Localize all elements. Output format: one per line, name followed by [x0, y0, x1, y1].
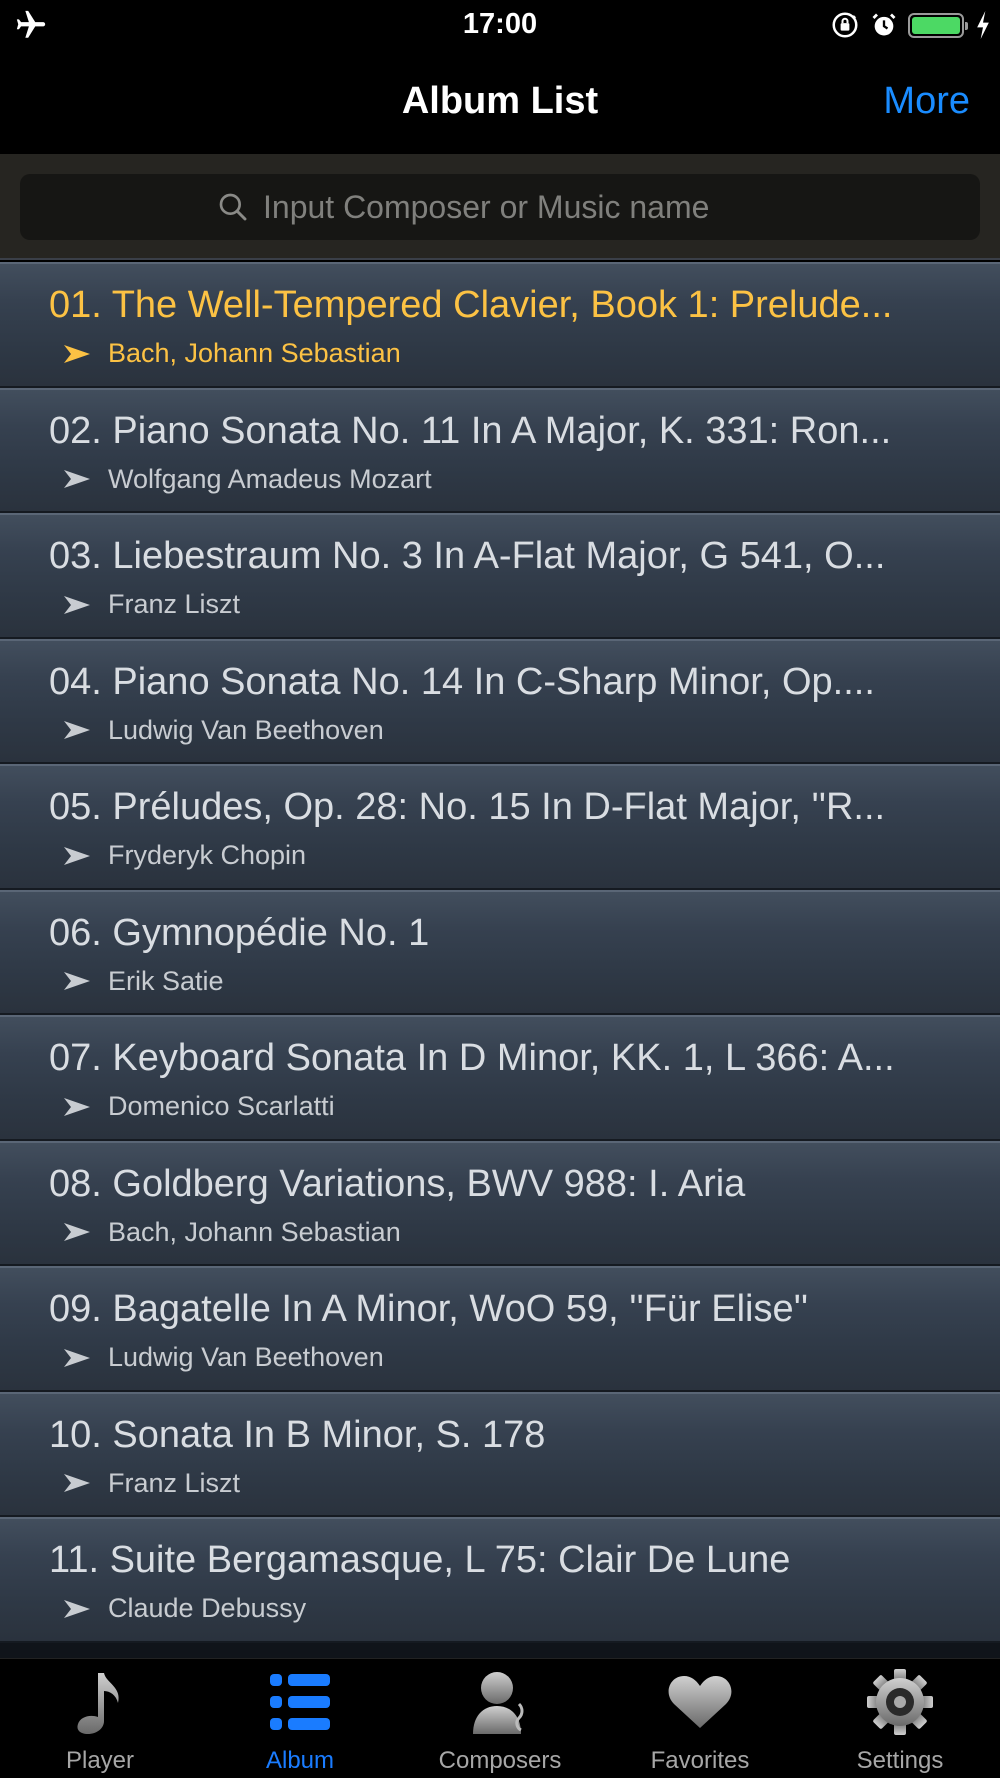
search-bar-container: [0, 154, 1000, 260]
rotation-lock-icon: [832, 12, 858, 38]
music-note-icon: [60, 1663, 140, 1741]
search-input[interactable]: [263, 188, 783, 226]
tab-album[interactable]: Album: [200, 1659, 400, 1778]
track-row[interactable]: 05. Préludes, Op. 28: No. 15 In D-Flat M…: [0, 764, 1000, 890]
track-artist: Fryderyk Chopin: [108, 840, 307, 870]
track-title: 08. Goldberg Variations, BWV 988: I. Ari…: [49, 1162, 746, 1205]
arrow-icon: [64, 846, 90, 865]
track-artist-line: Fryderyk Chopin: [62, 840, 306, 871]
track-artist-line: Erik Satie: [62, 966, 224, 997]
track-artist: Claude Debussy: [108, 1593, 307, 1623]
charging-bolt-icon: [977, 11, 989, 39]
track-artist: Wolfgang Amadeus Mozart: [108, 463, 432, 494]
arrow-icon: [64, 1599, 90, 1618]
track-artist-line: Domenico Scarlatti: [62, 1091, 335, 1122]
arrow-icon: [64, 1474, 90, 1492]
arrow-icon: [64, 1348, 90, 1367]
track-artist-line: Ludwig Van Beethoven: [62, 1342, 384, 1373]
tab-player[interactable]: Player: [0, 1659, 200, 1778]
list-icon: [260, 1663, 340, 1741]
battery-icon: [908, 12, 968, 38]
status-right-icons: [830, 9, 992, 41]
arrow-icon: [64, 344, 90, 363]
track-artist-line: Wolfgang Amadeus Mozart: [62, 464, 432, 495]
track-title: 10. Sonata In B Minor, S. 178: [49, 1413, 546, 1456]
track-row[interactable]: 09. Bagatelle In A Minor, WoO 59, ''Für …: [0, 1266, 1000, 1392]
gear-icon: [860, 1663, 940, 1741]
track-row[interactable]: 10. Sonata In B Minor, S. 178 Franz Liszt: [0, 1391, 1000, 1517]
track-artist: Erik Satie: [108, 965, 224, 996]
arrow-icon: [64, 1223, 90, 1241]
tab-label: Composers: [438, 1747, 562, 1774]
track-artist-line: Bach, Johann Sebastian: [62, 338, 401, 369]
track-artist: Ludwig Van Beethoven: [108, 714, 384, 745]
page-title: Album List: [401, 80, 599, 122]
arrow-icon: [64, 470, 90, 488]
tab-label: Favorites: [650, 1747, 750, 1774]
tab-favorites[interactable]: Favorites: [600, 1659, 800, 1778]
track-artist-line: Franz Liszt: [62, 589, 240, 620]
track-artist: Franz Liszt: [108, 589, 241, 619]
track-row[interactable]: 02. Piano Sonata No. 11 In A Major, K. 3…: [0, 387, 1000, 513]
track-artist: Ludwig Van Beethoven: [108, 1342, 384, 1372]
battery-fill: [912, 16, 960, 34]
search-icon: [219, 193, 247, 221]
track-artist: Franz Liszt: [108, 1467, 241, 1498]
arrow-icon: [64, 595, 90, 614]
track-row[interactable]: 06. Gymnopédie No. 1 Erik Satie: [0, 889, 1000, 1015]
track-artist-line: Franz Liszt: [62, 1468, 240, 1499]
tab-settings[interactable]: Settings: [800, 1659, 1000, 1778]
album-track-list[interactable]: 01. The Well-Tempered Clavier, Book 1: P…: [0, 262, 1000, 1658]
tab-bar: Player Album Composers Favorites Setting…: [0, 1658, 1000, 1778]
tab-composers[interactable]: Composers: [400, 1659, 600, 1778]
track-artist: Bach, Johann Sebastian: [108, 338, 401, 368]
track-artist-line: Ludwig Van Beethoven: [62, 715, 384, 746]
track-artist-line: Bach, Johann Sebastian: [62, 1217, 401, 1248]
arrow-icon: [64, 1097, 90, 1116]
track-title: 09. Bagatelle In A Minor, WoO 59, ''Für …: [49, 1288, 809, 1330]
composer-bust-icon: [460, 1663, 540, 1741]
tab-label: Album: [265, 1747, 335, 1774]
tab-label: Player: [65, 1747, 135, 1774]
track-artist: Domenico Scarlatti: [108, 1091, 335, 1121]
arrow-icon: [64, 972, 90, 990]
track-row[interactable]: 08. Goldberg Variations, BWV 988: I. Ari…: [0, 1140, 1000, 1266]
track-row[interactable]: 03. Liebestraum No. 3 In A-Flat Major, G…: [0, 513, 1000, 639]
track-row[interactable]: 01. The Well-Tempered Clavier, Book 1: P…: [0, 262, 1000, 388]
track-artist: Bach, Johann Sebastian: [108, 1216, 401, 1247]
tab-label: Settings: [856, 1747, 944, 1774]
track-title: 06. Gymnopédie No. 1: [49, 911, 430, 954]
track-title: 03. Liebestraum No. 3 In A-Flat Major, G…: [49, 535, 886, 577]
track-title: 04. Piano Sonata No. 14 In C-Sharp Minor…: [49, 660, 875, 703]
track-row[interactable]: 04. Piano Sonata No. 14 In C-Sharp Minor…: [0, 638, 1000, 764]
track-title: 07. Keyboard Sonata In D Minor, KK. 1, L…: [49, 1037, 895, 1079]
heart-icon: [660, 1663, 740, 1741]
more-button[interactable]: More: [883, 80, 970, 123]
search-box[interactable]: [20, 174, 980, 240]
alarm-icon: [872, 13, 896, 36]
arrow-icon: [64, 721, 90, 739]
track-title: 02. Piano Sonata No. 11 In A Major, K. 3…: [49, 409, 892, 452]
status-bar: 17:00: [0, 0, 1000, 50]
track-row[interactable]: 07. Keyboard Sonata In D Minor, KK. 1, L…: [0, 1015, 1000, 1141]
track-title: 05. Préludes, Op. 28: No. 15 In D-Flat M…: [49, 786, 886, 828]
track-title: 01. The Well-Tempered Clavier, Book 1: P…: [49, 284, 893, 326]
track-title: 11. Suite Bergamasque, L 75: Clair De Lu…: [49, 1539, 791, 1581]
track-row[interactable]: 11. Suite Bergamasque, L 75: Clair De Lu…: [0, 1517, 1000, 1643]
track-artist-line: Claude Debussy: [62, 1593, 306, 1624]
navigation-bar: Album List More: [0, 50, 1000, 154]
